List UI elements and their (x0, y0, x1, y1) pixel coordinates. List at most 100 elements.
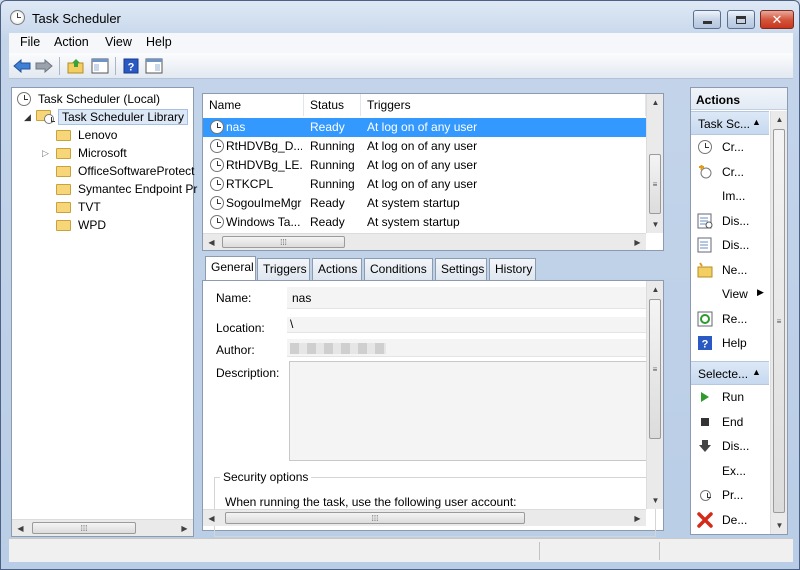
tab-history[interactable]: History (489, 258, 536, 280)
action-item[interactable]: Re... (691, 307, 769, 331)
menu-help[interactable]: Help (144, 35, 174, 49)
tab-actions[interactable]: Actions (312, 258, 362, 280)
tab-general[interactable]: General (205, 256, 256, 280)
action-item[interactable]: Im... (691, 184, 769, 208)
action-item[interactable]: Ex... (691, 459, 769, 483)
tree-folder-wpd[interactable]: WPD (56, 216, 106, 234)
task-name: SogouImeMgr (226, 196, 302, 210)
action-item[interactable]: End (691, 410, 769, 434)
scroll-down-arrow-icon[interactable]: ▼ (647, 492, 664, 509)
scroll-thumb[interactable]: ≡ (649, 299, 661, 439)
tab-conditions[interactable]: Conditions (364, 258, 433, 280)
close-button[interactable]: ✕ (760, 10, 794, 29)
author-field[interactable] (287, 339, 658, 357)
task-row[interactable]: Windows Ta... Ready At system startup (203, 213, 663, 232)
toolbar: ? (9, 53, 793, 79)
back-button[interactable] (12, 56, 32, 76)
folder-icon (56, 129, 71, 141)
location-field[interactable]: \ (287, 317, 658, 333)
tree-folder-tvt[interactable]: TVT (56, 198, 101, 216)
action-label: View (722, 287, 748, 301)
tree-root[interactable]: Task Scheduler (Local) (17, 90, 160, 108)
actions-vertical-scrollbar[interactable]: ▲ ≡ ▼ (770, 111, 787, 534)
scroll-left-arrow-icon[interactable]: ◀ (203, 510, 220, 527)
action-item[interactable]: Ne... (691, 258, 769, 282)
task-scheduler-icon (10, 10, 25, 25)
scroll-thumb[interactable]: ⁞⁞⁞ (222, 236, 345, 248)
task-row[interactable]: nas Ready At log on of any user (203, 118, 663, 137)
scroll-right-arrow-icon[interactable]: ▶ (629, 234, 646, 251)
action-item[interactable]: Cr... (691, 160, 769, 184)
task-list-vertical-scrollbar[interactable]: ▲ ≡ ▼ (646, 94, 663, 233)
action-item[interactable]: Dis... (691, 209, 769, 233)
task-row[interactable]: RtHDVBg_LE... Running At log on of any use… (203, 156, 663, 175)
new-folder-icon (697, 261, 713, 278)
expanded-arrow-icon[interactable]: ◢ (24, 112, 36, 123)
scroll-left-arrow-icon[interactable]: ◀ (203, 234, 220, 251)
minimize-button[interactable] (693, 10, 721, 29)
tree-folder-lenovo[interactable]: Lenovo (56, 126, 117, 144)
scroll-left-arrow-icon[interactable]: ◀ (12, 520, 29, 537)
menu-file[interactable]: File (18, 35, 42, 49)
collapse-arrow-icon[interactable]: ▲ (752, 367, 761, 377)
details-vertical-scrollbar[interactable]: ▲ ≡ ▼ (646, 281, 663, 509)
selected-item-section-header[interactable]: Selecte... ▲ (691, 361, 769, 385)
scroll-thumb[interactable]: ⁞⁞⁞ (32, 522, 136, 534)
action-label: Cr... (722, 164, 745, 179)
action-item[interactable]: View ▶ (691, 282, 769, 306)
action-item[interactable]: Run (691, 385, 769, 409)
column-header-name[interactable]: Name (203, 94, 304, 116)
up-folder-button[interactable] (66, 56, 86, 76)
show-hide-action-pane-button[interactable] (144, 56, 164, 76)
scroll-down-arrow-icon[interactable]: ▼ (647, 216, 664, 233)
task-list-horizontal-scrollbar[interactable]: ◀ ⁞⁞⁞ ▶ (203, 233, 646, 250)
title-bar[interactable]: Task Scheduler ✕ (1, 1, 799, 33)
tree-folder-microsoft[interactable]: ▷ Microsoft (42, 144, 127, 162)
maximize-button[interactable] (727, 10, 755, 29)
column-header-triggers[interactable]: Triggers (361, 94, 646, 116)
scroll-right-arrow-icon[interactable]: ▶ (176, 520, 193, 537)
scroll-thumb[interactable]: ⁞⁞⁞ (225, 512, 525, 524)
action-item[interactable]: Cr... (691, 135, 769, 159)
action-item[interactable]: Pr... (691, 483, 769, 507)
forward-button[interactable] (34, 56, 54, 76)
menu-action[interactable]: Action (52, 35, 91, 49)
disable-icon (697, 438, 713, 454)
create-task-icon (697, 164, 713, 180)
collapsed-arrow-icon[interactable]: ▷ (42, 148, 56, 159)
tree-folder-officesoftwareprotect[interactable]: OfficeSoftwareProtect (56, 162, 195, 180)
location-value: \ (290, 317, 294, 331)
tab-settings[interactable]: Settings (435, 258, 487, 280)
action-item[interactable]: De... (691, 508, 769, 532)
column-header-status[interactable]: Status (304, 94, 361, 116)
scroll-thumb[interactable]: ≡ (649, 154, 661, 214)
task-scheduler-section-header[interactable]: Task Sc... ▲ (691, 111, 769, 135)
action-item[interactable]: Dis... (691, 233, 769, 257)
description-field[interactable] (289, 361, 658, 461)
name-field[interactable]: nas (287, 287, 658, 309)
action-label: Dis... (722, 213, 750, 228)
scroll-right-arrow-icon[interactable]: ▶ (629, 510, 646, 527)
scroll-up-arrow-icon[interactable]: ▲ (647, 94, 664, 111)
task-row[interactable]: RTKCPL Running At log on of any user (203, 175, 663, 194)
tree-folder-symantec[interactable]: Symantec Endpoint Pr (56, 180, 197, 198)
task-row[interactable]: RtHDVBg_D... Running At log on of any user (203, 137, 663, 156)
tree-library[interactable]: ◢ Task Scheduler Library (24, 108, 189, 126)
tree-horizontal-scrollbar[interactable]: ◀ ⁞⁞⁞ ▶ (12, 519, 193, 536)
collapse-arrow-icon[interactable]: ▲ (752, 117, 761, 127)
show-hide-console-tree-button[interactable] (90, 56, 110, 76)
action-item[interactable]: Dis... (691, 434, 769, 458)
scroll-thumb[interactable]: ≡ (773, 129, 785, 513)
task-row[interactable]: SogouImeMgr Ready At system startup (203, 194, 663, 213)
scroll-up-arrow-icon[interactable]: ▲ (647, 281, 664, 298)
redacted-author (290, 343, 386, 354)
action-label: Help (722, 336, 747, 350)
tab-triggers[interactable]: Triggers (257, 258, 310, 280)
scroll-up-arrow-icon[interactable]: ▲ (771, 111, 788, 128)
menu-view[interactable]: View (103, 35, 134, 49)
details-horizontal-scrollbar[interactable]: ◀ ⁞⁞⁞ ▶ (203, 509, 646, 526)
help-button[interactable]: ? (121, 56, 141, 76)
scroll-down-arrow-icon[interactable]: ▼ (771, 517, 788, 534)
action-item[interactable]: ? Help (691, 331, 769, 355)
task-scheduler-window: Task Scheduler ✕ File Action View Help ? (0, 0, 800, 570)
